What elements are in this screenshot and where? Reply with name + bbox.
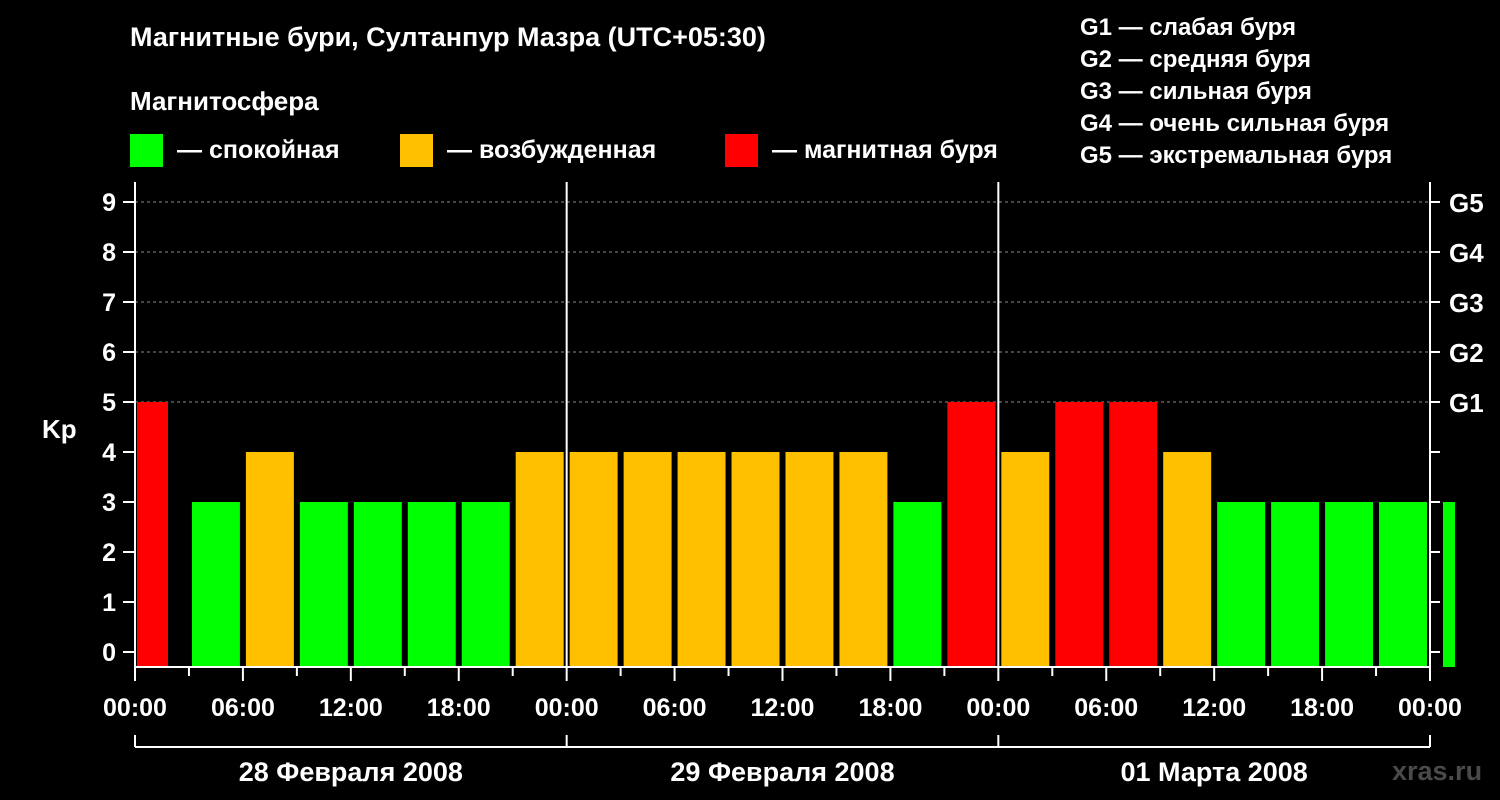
y-tick-label: 6: [102, 339, 116, 367]
kp-bar: [947, 402, 996, 667]
kp-bar: [1271, 502, 1320, 667]
kp-bar: [299, 502, 348, 667]
x-tick-label: 00:00: [535, 694, 599, 722]
g-level-label: G2: [1449, 338, 1484, 368]
x-tick-label: 18:00: [858, 694, 922, 722]
kp-bar: [353, 502, 402, 667]
x-tick-label: 00:00: [966, 694, 1030, 722]
kp-bar: [1055, 402, 1104, 667]
g-level-label: G4: [1449, 238, 1484, 268]
x-tick-label: 06:00: [643, 694, 707, 722]
x-tick-label: 00:00: [1398, 694, 1462, 722]
kp-bar: [569, 452, 618, 667]
x-tick-label: 18:00: [427, 694, 491, 722]
kp-bar: [1217, 502, 1266, 667]
day-label: 29 Февраля 2008: [670, 757, 894, 787]
g-level-label: G1: [1449, 388, 1484, 418]
day-label: 01 Марта 2008: [1121, 757, 1308, 787]
kp-bar: [137, 402, 168, 667]
g-level-label: G3: [1449, 288, 1484, 318]
y-tick-label: 3: [102, 489, 116, 517]
y-tick-label: 0: [102, 639, 116, 667]
kp-bar: [1001, 452, 1050, 667]
kp-bar: [893, 502, 942, 667]
y-tick-label: 8: [102, 239, 116, 267]
kp-bar: [785, 452, 834, 667]
x-tick-label: 12:00: [751, 694, 815, 722]
kp-bar: [245, 452, 294, 667]
kp-bar: [1379, 502, 1427, 667]
kp-bar: [407, 502, 456, 667]
kp-bar: [1163, 452, 1212, 667]
kp-bar: [623, 452, 672, 667]
kp-chart: 0 1 2 3 4 5 6 7 8 9 Kp G1 G2 G3 G4 G5 00:00 06:00 12:00 18:…: [42, 182, 1484, 787]
kp-bar: [461, 502, 510, 667]
kp-bar: [731, 452, 780, 667]
g-level-label: G5: [1449, 188, 1484, 218]
kp-bar: [677, 452, 726, 667]
kp-bar: [1325, 502, 1374, 667]
kp-bar: [515, 452, 564, 667]
x-tick-label: 06:00: [211, 694, 275, 722]
x-tick-label: 12:00: [319, 694, 383, 722]
x-tick-label: 06:00: [1074, 694, 1138, 722]
watermark: xras.ru: [1392, 756, 1483, 786]
x-tick-label: 12:00: [1182, 694, 1246, 722]
y-axis-label: Kp: [42, 414, 77, 444]
kp-bar: [1109, 402, 1158, 667]
kp-bar: [839, 452, 888, 667]
y-tick-label: 2: [102, 539, 116, 567]
y-tick-label: 1: [102, 589, 116, 617]
y-tick-label: 7: [102, 289, 116, 317]
day-label: 28 Февраля 2008: [239, 757, 463, 787]
kp-bar: [191, 502, 240, 667]
x-tick-label: 18:00: [1290, 694, 1354, 722]
y-tick-label: 9: [102, 189, 116, 217]
y-tick-label: 5: [102, 389, 116, 417]
x-tick-label: 00:00: [103, 694, 167, 722]
y-tick-label: 4: [102, 439, 116, 467]
kp-bar: [1442, 502, 1455, 667]
